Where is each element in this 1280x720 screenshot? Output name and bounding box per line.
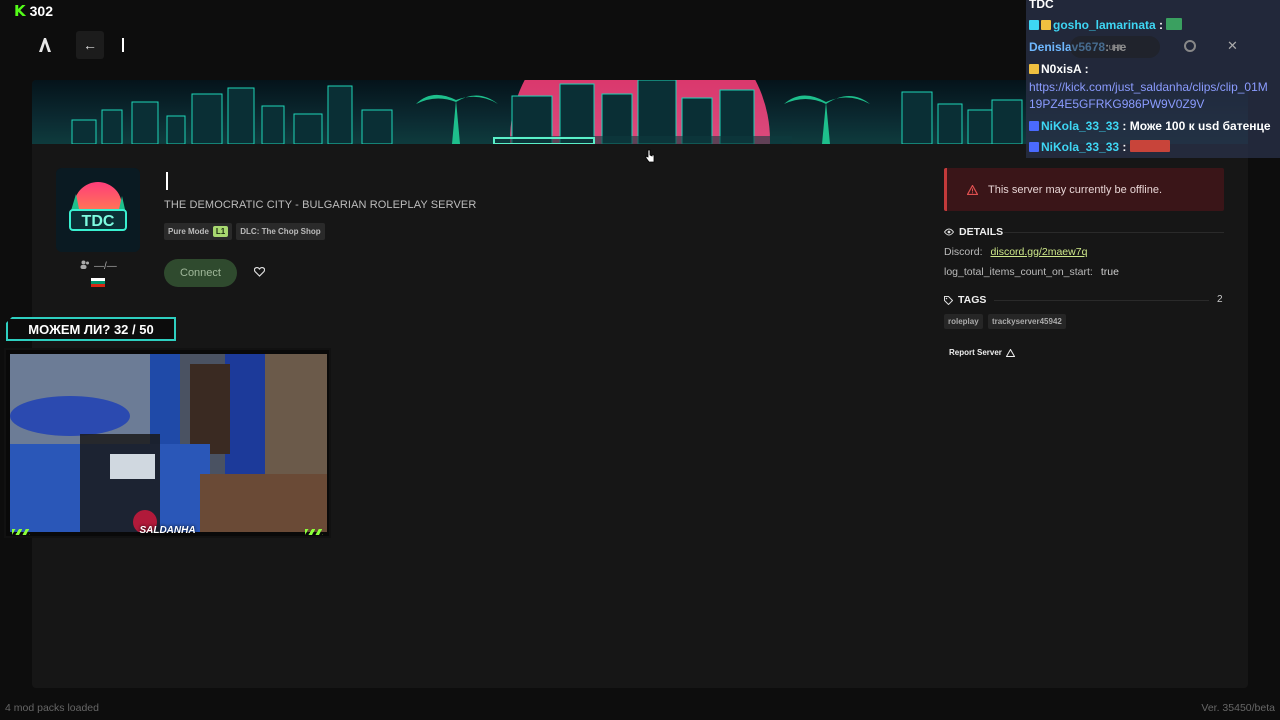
webcam-overlay: SALDANHA	[4, 348, 331, 538]
js-badge-icon	[1041, 20, 1051, 30]
divider	[994, 300, 1209, 301]
chat-message: gosho_lamarinata :	[1029, 18, 1184, 32]
arrow-left-icon: ←	[83, 37, 97, 53]
report-server-link[interactable]: Report Server	[949, 348, 1015, 357]
chat-message: N0xisA :	[1029, 62, 1089, 76]
detail-discord: Discord: discord.gg/2maew7q	[944, 246, 1087, 258]
bulgaria-flag-icon	[91, 278, 105, 287]
chip-label: DLC: The Chop Shop	[240, 227, 321, 236]
fivem-logo-icon[interactable]	[32, 30, 58, 60]
eye-icon	[944, 228, 954, 236]
divider	[1004, 232, 1224, 233]
chat-username[interactable]: gosho_lamarinata	[1053, 18, 1156, 32]
chat-username[interactable]: N0xisA	[1041, 62, 1081, 76]
tag-icon	[944, 295, 953, 305]
emote-icon	[1129, 140, 1170, 152]
chat-link[interactable]: https://kick.com/just_saldanha/clips/cli…	[1029, 80, 1268, 94]
server-icon: TDC	[56, 168, 140, 252]
player-count: —/—	[80, 260, 117, 272]
chat-text: :	[1159, 18, 1164, 32]
top-bar: ←	[32, 30, 124, 60]
webcam-image	[10, 354, 327, 532]
stream-goal: МОЖЕМ ЛИ? 32 / 50	[6, 317, 176, 341]
js-badge-icon	[1029, 142, 1039, 152]
favorite-button[interactable]	[252, 265, 266, 279]
users-icon	[80, 260, 90, 272]
detail-value: true	[1100, 266, 1119, 278]
streamer-name: SALDANHA	[139, 525, 196, 536]
chat-message: NiKola_33_33 :	[1029, 140, 1172, 154]
warning-icon	[1005, 348, 1015, 357]
js-badge-icon	[1029, 121, 1039, 131]
version-label: Ver. 35450/beta	[1201, 702, 1275, 714]
js-badge-icon	[1029, 64, 1039, 74]
details-heading: DETAILS	[944, 226, 1003, 238]
server-chips: Pure Mode L1 DLC: The Chop Shop	[164, 223, 325, 240]
discord-link[interactable]: discord.gg/2maew7q	[991, 246, 1088, 258]
back-button[interactable]: ←	[76, 31, 104, 59]
settings-icon[interactable]	[1184, 40, 1196, 52]
tags-heading: TAGS	[944, 294, 986, 306]
chat-username[interactable]: NiKola_33_33	[1041, 140, 1119, 154]
mod-packs-status: 4 mod packs loaded	[5, 702, 99, 714]
chat-username[interactable]: NiKola_33_33	[1041, 119, 1119, 133]
report-label: Report Server	[949, 348, 1002, 357]
chip-dlc: DLC: The Chop Shop	[236, 223, 325, 240]
server-title	[166, 172, 168, 190]
heart-icon	[253, 267, 265, 277]
tags-count: 2	[1217, 294, 1223, 305]
offline-warning: This server may currently be offline.	[944, 168, 1224, 211]
chat-text: :	[1084, 62, 1089, 76]
chat-text: : Може 100 к usd батенце	[1122, 119, 1271, 133]
chat-overlay: TDC gosho_lamarinata : Denislav5678: не …	[1026, 0, 1280, 158]
detail-key: Discord:	[944, 246, 983, 258]
chat-link[interactable]: 19PZ4E5GFRKG986PW9V0Z9V	[1029, 97, 1204, 111]
server-icon-text: TDC	[82, 213, 115, 230]
viewer-count: 302	[29, 3, 53, 19]
detail-log-count: log_total_items_count_on_start: true	[944, 266, 1119, 278]
chat-header: TDC	[1029, 0, 1054, 11]
chip-label: Pure Mode	[168, 227, 209, 236]
tag-trackyserver[interactable]: trackyserver45942	[988, 314, 1066, 329]
viewer-count-badge: K 302	[14, 2, 53, 20]
server-subtitle: THE DEMOCRATIC CITY - BULGARIAN ROLEPLAY…	[164, 199, 477, 211]
close-icon[interactable]: ✕	[1227, 38, 1238, 54]
hand-cursor-icon	[645, 149, 655, 163]
connect-button[interactable]: Connect	[164, 259, 237, 287]
tag-roleplay[interactable]: roleplay	[944, 314, 983, 329]
chat-text: :	[1122, 140, 1127, 154]
tags-title: TAGS	[958, 294, 987, 306]
subscriber-badge-icon	[1029, 20, 1039, 30]
detail-key: log_total_items_count_on_start:	[944, 266, 1093, 278]
kick-logo-icon: K	[14, 2, 26, 20]
offline-message: This server may currently be offline.	[988, 183, 1163, 196]
chip-level: L1	[212, 226, 229, 237]
warning-icon	[967, 184, 978, 195]
chip-pure-mode: Pure Mode L1	[164, 223, 233, 240]
player-count-text: —/—	[94, 260, 117, 272]
emote-icon	[1166, 18, 1183, 30]
chat-message: NiKola_33_33 : Може 100 к usd батенце	[1029, 119, 1271, 133]
chip-label: unt	[1108, 42, 1122, 52]
hidden-account-chip: unt	[1070, 36, 1160, 58]
header-title	[122, 38, 124, 52]
details-title: DETAILS	[959, 226, 1004, 238]
